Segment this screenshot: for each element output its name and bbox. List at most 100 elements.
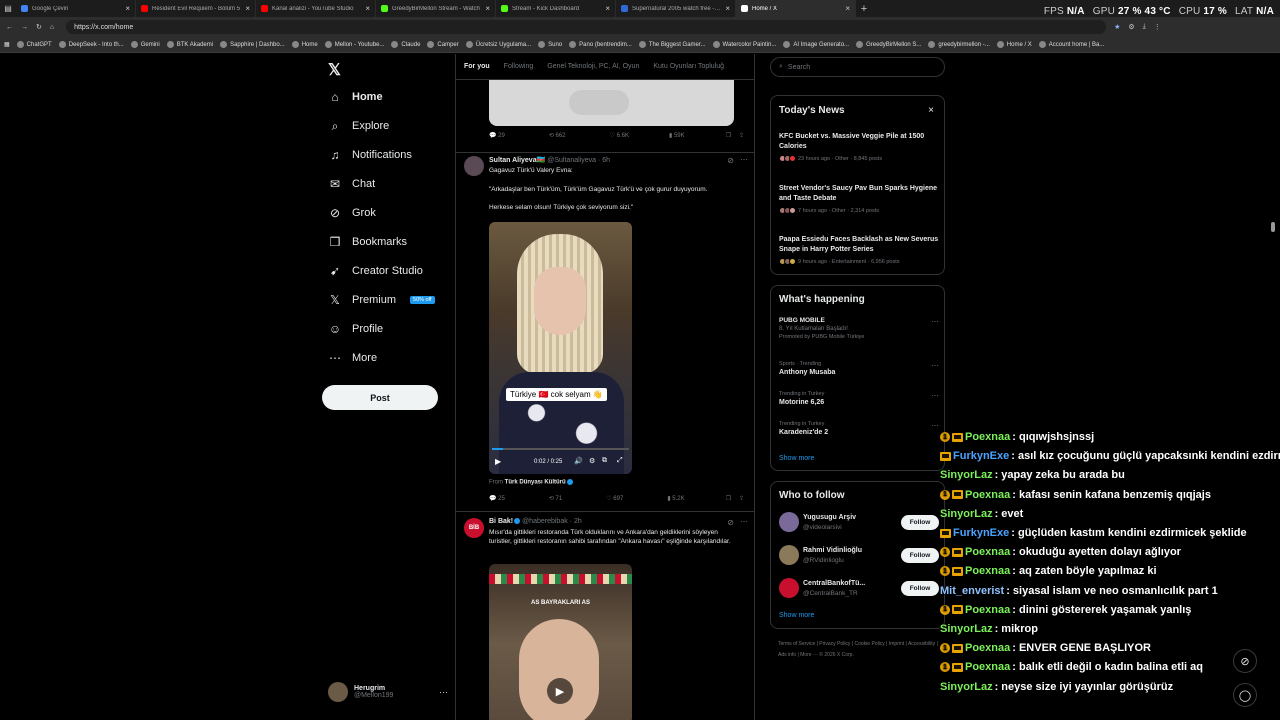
- tweet[interactable]: Sultan Aliyeva🇦🇿 @Sultanaliyeva · 6h ⊘ ⋯…: [456, 153, 754, 512]
- tab-1[interactable]: Following: [504, 63, 534, 70]
- pip-icon[interactable]: ⧉: [602, 457, 607, 465]
- new-tab-button[interactable]: +: [856, 3, 872, 15]
- fullscreen-icon[interactable]: ⤢: [617, 457, 623, 465]
- bookmark-item[interactable]: Pano (bentrendim...: [569, 41, 632, 48]
- account-switcher[interactable]: Herugrim @Mellon199 ⋯: [328, 682, 448, 702]
- author-name[interactable]: Bi Bak!: [489, 518, 513, 525]
- tweet-video[interactable]: AS BAYRAKLARI AS ▶: [489, 564, 632, 720]
- reload-icon[interactable]: ↻: [36, 23, 42, 31]
- reply-icon[interactable]: 💬: [489, 132, 496, 139]
- bookmark-item[interactable]: AI Image Generato...: [783, 41, 849, 48]
- bookmark-item[interactable]: Suno: [538, 41, 562, 48]
- bookmark-item[interactable]: Claude: [391, 41, 420, 48]
- trend-item[interactable]: Trending in Turkey Motorine 6,26 ⋯: [779, 391, 939, 406]
- tweet-image[interactable]: [489, 80, 734, 126]
- grok-icon[interactable]: ⊘: [727, 518, 734, 527]
- follow-suggestion[interactable]: CentralBankofTü... @CentralBank_TR Follow: [779, 578, 939, 600]
- bookmark-item[interactable]: Home: [291, 41, 318, 48]
- author-handle[interactable]: @haberebibak: [522, 518, 568, 525]
- close-icon[interactable]: ×: [928, 105, 934, 116]
- repost-icon[interactable]: ⟲: [549, 495, 554, 502]
- follow-suggestion[interactable]: Rahmi Vidinlioğlu @RVidinlioglu Follow: [779, 545, 939, 567]
- avatar[interactable]: [779, 545, 799, 565]
- news-item[interactable]: Street Vendor's Saucy Pav Bun Sparks Hyg…: [779, 184, 939, 214]
- like-icon[interactable]: ♡: [606, 495, 611, 502]
- bookmark-item[interactable]: ChatGPT: [16, 41, 52, 48]
- bookmark-item[interactable]: The Biggest Gamer...: [638, 41, 706, 48]
- nav-item-home[interactable]: ⌂ Home: [328, 90, 382, 104]
- close-tab-icon[interactable]: ×: [605, 4, 610, 13]
- bookmark-item[interactable]: Gemini: [130, 41, 160, 48]
- url-input[interactable]: https://x.com/home: [66, 20, 1107, 34]
- more-icon[interactable]: ⋯: [931, 391, 939, 400]
- show-more-link[interactable]: Show more: [779, 612, 814, 619]
- nav-item-premium[interactable]: 𝕏 Premium 50% off: [328, 293, 435, 307]
- close-tab-icon[interactable]: ×: [845, 4, 850, 13]
- search-input[interactable]: ⌕ Search: [770, 57, 945, 77]
- more-icon[interactable]: ⋯: [740, 517, 748, 526]
- trend-item[interactable]: PUBG MOBILE 8. Yıl Kutlamaları Başladı! Pr…: [779, 317, 939, 340]
- volume-icon[interactable]: 🔊: [574, 457, 583, 465]
- more-icon[interactable]: ⋯: [931, 317, 939, 326]
- bookmark-item[interactable]: BTK Akademi: [166, 41, 213, 48]
- follow-button[interactable]: Follow: [901, 548, 939, 563]
- nav-item-grok[interactable]: ⊘ Grok: [328, 206, 376, 220]
- close-tab-icon[interactable]: ×: [245, 4, 250, 13]
- more-icon[interactable]: ⋯: [931, 361, 939, 370]
- trend-item[interactable]: Trending in Turkey Karadeniz'de 2 ⋯: [779, 421, 939, 436]
- bookmark-icon[interactable]: ❒: [726, 132, 731, 139]
- post-button[interactable]: Post: [322, 385, 438, 410]
- nav-item-profile[interactable]: ☺ Profile: [328, 322, 383, 336]
- more-icon[interactable]: ⋯: [740, 155, 748, 164]
- nav-item-notifications[interactable]: ♫ Notifications: [328, 148, 412, 162]
- browser-tab[interactable]: Supernatural 2005 watch free - 11 ×: [616, 0, 736, 17]
- author-name[interactable]: Sultan Aliyeva🇦🇿: [489, 157, 545, 164]
- tweet-video[interactable]: Türkiye 🇹🇷 cok selyam 👋 ▶ 0:02 / 0:25 🔊 …: [489, 222, 632, 474]
- nav-item-explore[interactable]: ⌕ Explore: [328, 119, 390, 133]
- reply-icon[interactable]: 💬: [489, 495, 496, 502]
- share-icon[interactable]: ⇪: [739, 495, 744, 502]
- show-more-link[interactable]: Show more: [779, 455, 814, 462]
- footer-links[interactable]: Terms of Service | Privacy Policy | Cook…: [778, 639, 943, 661]
- tab-2[interactable]: Genel Teknoloji, PC, AI, Oyun: [547, 63, 639, 70]
- tab-actions-icon[interactable]: ▤: [0, 4, 16, 13]
- avatar[interactable]: BİB: [464, 518, 484, 538]
- x-logo-icon[interactable]: 𝕏: [328, 60, 341, 80]
- close-tab-icon[interactable]: ×: [125, 4, 130, 13]
- avatar[interactable]: [779, 512, 799, 532]
- follow-suggestion[interactable]: Yugusugu Arşiv @videolarsivi Follow: [779, 512, 939, 534]
- bookmark-item[interactable]: Sapphire | Dashbo...: [220, 41, 285, 48]
- bookmark-item[interactable]: Home / X: [996, 41, 1032, 48]
- browser-tab[interactable]: Resident Evil Requiem - Bölüm 5 ×: [136, 0, 256, 17]
- close-tab-icon[interactable]: ×: [365, 4, 370, 13]
- scrollbar[interactable]: [1271, 222, 1275, 232]
- settings-icon[interactable]: ⚙: [589, 457, 595, 465]
- views-icon[interactable]: ▮: [667, 495, 670, 502]
- play-icon[interactable]: ▶: [547, 678, 573, 704]
- close-tab-icon[interactable]: ×: [485, 4, 490, 13]
- tweet-time[interactable]: · 2h: [570, 518, 582, 525]
- browser-tab[interactable]: Stream - Kick Dashboard ×: [496, 0, 616, 17]
- nav-item-creator-studio[interactable]: ➹ Creator Studio: [328, 264, 423, 278]
- follow-button[interactable]: Follow: [901, 581, 939, 596]
- news-item[interactable]: Paapa Essiedu Faces Backlash as New Seve…: [779, 235, 939, 265]
- like-icon[interactable]: ♡: [610, 132, 615, 139]
- play-icon[interactable]: ▶: [495, 457, 501, 466]
- forward-icon[interactable]: →: [21, 24, 28, 31]
- tweet[interactable]: BİB Bi Bak! @haberebibak · 2h ⊘ ⋯ Mısır'…: [456, 512, 754, 720]
- bookmark-item[interactable]: Camper: [427, 41, 459, 48]
- browser-tab[interactable]: Home / X ×: [736, 0, 856, 17]
- tab-3[interactable]: Kutu Oyunları Topluluğ: [653, 63, 724, 70]
- close-tab-icon[interactable]: ×: [725, 4, 730, 13]
- bookmark-item[interactable]: Watercolor Paintin...: [712, 41, 776, 48]
- avatar[interactable]: [464, 156, 484, 176]
- bookmark-item[interactable]: Account home | Ba...: [1038, 41, 1104, 48]
- nav-item-chat[interactable]: ✉ Chat: [328, 177, 375, 191]
- tab-0[interactable]: For you: [464, 63, 490, 70]
- tweet[interactable]: 💬 29 ⟲ 662 ♡ 6.6K ▮ 59K ❒ ⇪: [456, 80, 754, 153]
- bookmark-item[interactable]: GreedyBirMellon S...: [856, 41, 921, 48]
- repost-icon[interactable]: ⟲: [549, 132, 554, 139]
- home-browser-icon[interactable]: ⌂: [50, 24, 54, 31]
- author-handle[interactable]: @Sultanaliyeva: [547, 157, 596, 164]
- apps-icon[interactable]: ▦: [4, 41, 10, 48]
